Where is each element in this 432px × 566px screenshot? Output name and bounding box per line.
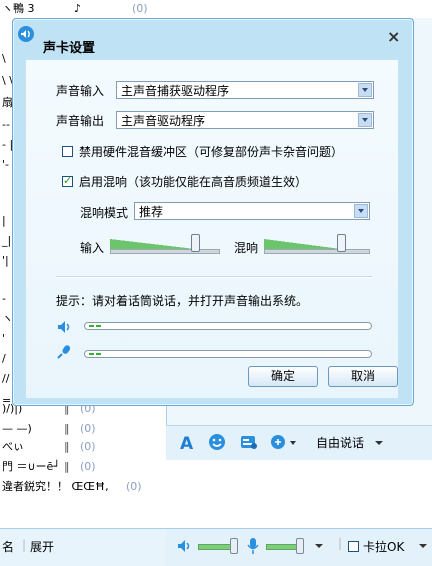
input-volume-fill: [110, 239, 195, 249]
output-device-label: 声音输出: [56, 114, 105, 128]
contact-separator: ‖: [64, 440, 70, 453]
divider: |: [338, 536, 343, 550]
chat-header-strip: [166, 0, 432, 18]
input-device-label: 声音输入: [56, 84, 105, 98]
contact-name: 違者鋭究！！ ŒŒĦ,: [2, 480, 109, 493]
contact-status: ♪: [74, 2, 82, 15]
input-level-meter: [84, 350, 372, 358]
speaker-icon[interactable]: [176, 538, 192, 557]
contact-row[interactable]: ヽ鴨 3 ♪ (0): [0, 0, 166, 18]
voice-chat-icon[interactable]: [270, 433, 298, 453]
mic-volume-thumb[interactable]: [296, 538, 304, 554]
contact-name: ': [2, 332, 6, 345]
reverb-mode-select[interactable]: 推荐: [134, 202, 370, 220]
microphone-icon[interactable]: [246, 537, 260, 558]
ok-button[interactable]: 确定: [248, 366, 318, 387]
speaker-volume-thumb[interactable]: [230, 538, 238, 554]
divider: |: [22, 538, 27, 552]
close-icon[interactable]: ×: [387, 27, 400, 46]
microphone-icon: [56, 344, 72, 363]
reverb-slider-label: 混响: [234, 241, 259, 255]
dialog-logo-icon: [17, 25, 35, 46]
meter-segment: [89, 325, 94, 327]
contact-name: — —): [2, 422, 32, 435]
enable-reverb-label: 启用混响（该功能仅能在高音质频道生效）: [79, 175, 308, 189]
reverb-mode-label: 混响模式: [80, 206, 129, 220]
output-device-select[interactable]: 主声音驱动程序: [116, 111, 374, 129]
contact-name: べぃ: [2, 440, 24, 453]
enable-reverb-checkbox[interactable]: [62, 174, 73, 187]
chevron-down-icon[interactable]: [314, 538, 324, 557]
contact-count: (0): [132, 2, 148, 15]
meter-segment: [89, 353, 94, 355]
output-level-meter: [84, 322, 372, 330]
disable-hw-mix-label: 禁用硬件混音缓冲区（可修复部份声卡杂音问题）: [79, 145, 344, 159]
svg-text:A: A: [180, 434, 194, 451]
chevron-down-icon[interactable]: [358, 83, 372, 97]
chevron-down-icon[interactable]: [358, 113, 372, 127]
contact-count: (0): [80, 422, 96, 435]
input-device-value: 主声音捕获驱动程序: [121, 84, 230, 98]
sound-card-dialog: 声卡设置 × 声音输入 主声音捕获驱动程序 声音输出 主声音驱动程序 禁用硬件混…: [12, 18, 414, 406]
contact-row[interactable]: — —) ‖ (0): [0, 420, 166, 438]
karaoke-checkbox[interactable]: [348, 541, 359, 552]
dialog-body: 声音输入 主声音捕获驱动程序 声音输出 主声音驱动程序 禁用硬件混音缓冲区（可修…: [25, 59, 399, 399]
contact-name: --: [2, 118, 10, 131]
expand-button[interactable]: 展开: [30, 538, 54, 555]
contact-name: -: [2, 292, 6, 305]
input-volume-thumb[interactable]: [191, 234, 200, 252]
contact-name: '|: [2, 254, 9, 267]
input-slider-label: 输入: [80, 241, 105, 255]
divider: [56, 276, 372, 278]
bottom-left-item[interactable]: 名: [2, 538, 14, 555]
contact-name: /: [2, 352, 6, 365]
contact-name: ヽ鴨 3: [2, 2, 35, 15]
contact-count: (0): [126, 480, 142, 493]
bottom-left-bar: 名 | 展开: [0, 528, 166, 566]
hint-text: 提示：请对着话筒说话，并打开声音输出系统。: [56, 294, 309, 308]
karaoke-label: 卡拉OK: [363, 540, 405, 554]
contact-count: (0): [80, 440, 96, 453]
meter-segment: [96, 353, 101, 355]
reverb-level-track: [264, 249, 370, 254]
contact-name: |: [2, 214, 6, 227]
input-device-select[interactable]: 主声音捕获驱动程序: [116, 81, 374, 99]
contact-row[interactable]: 門 ＝∪ーē┘ ‖ (0): [0, 458, 166, 476]
contact-separator: ‖: [64, 422, 70, 435]
chevron-down-icon[interactable]: [374, 433, 384, 453]
reverb-level-thumb[interactable]: [337, 234, 346, 252]
text-format-icon[interactable]: A: [178, 433, 196, 454]
image-icon[interactable]: [240, 433, 258, 453]
reverb-mode-value: 推荐: [139, 205, 164, 219]
disable-hw-mix-checkbox[interactable]: [62, 146, 73, 157]
contact-name: 門 ＝∪ーē┘: [2, 460, 60, 473]
reverb-level-fill: [264, 239, 341, 249]
reverb-level-slider[interactable]: [264, 234, 370, 254]
contact-name: '-: [2, 158, 9, 171]
chat-input-area[interactable]: [166, 460, 432, 528]
contact-row[interactable]: べぃ ‖ (0): [0, 438, 166, 456]
cancel-button[interactable]: 取消: [328, 366, 398, 387]
emoji-icon[interactable]: [208, 433, 226, 453]
contact-name: _|: [2, 234, 12, 247]
contact-separator: ‖: [64, 460, 70, 473]
contact-count: (0): [80, 460, 96, 473]
chevron-down-icon[interactable]: [354, 204, 368, 218]
chat-toolbar: A 自由说话: [166, 425, 432, 461]
say-mode-button[interactable]: 自由说话: [316, 433, 364, 453]
meter-segment: [96, 325, 101, 327]
output-device-value: 主声音驱动程序: [121, 114, 206, 128]
input-volume-slider[interactable]: [110, 234, 220, 254]
contact-row[interactable]: 違者鋭究！！ ŒŒĦ, (0): [0, 478, 166, 496]
speaker-icon: [56, 319, 72, 338]
dialog-title: 声卡设置: [43, 41, 96, 56]
input-volume-track: [110, 249, 220, 254]
contact-name: \: [2, 52, 6, 65]
chevron-down-icon[interactable]: [418, 538, 428, 557]
audio-bar: | 卡拉OK: [166, 528, 432, 566]
